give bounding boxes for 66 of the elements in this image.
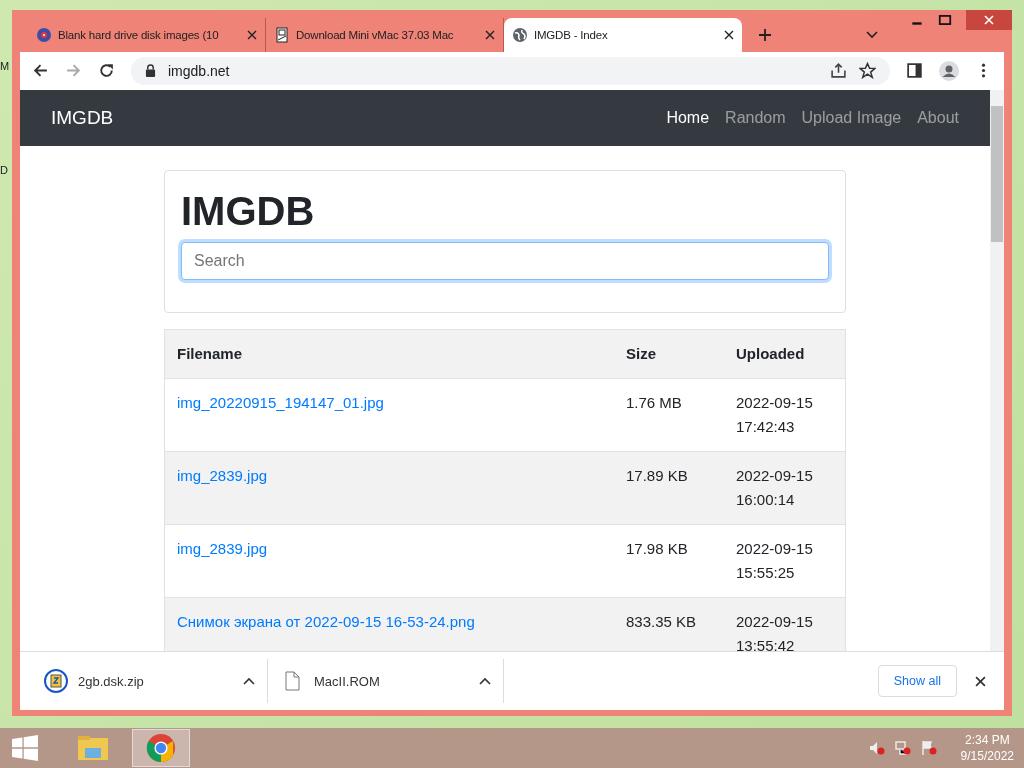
network-icon[interactable] [894, 740, 911, 756]
nav-link[interactable]: Home [666, 108, 710, 127]
nav-link[interactable]: Upload Image [801, 108, 902, 127]
download-item[interactable]: MacII.ROM [268, 659, 504, 704]
new-tab-icon[interactable] [758, 27, 772, 42]
nav-link[interactable]: Random [725, 108, 786, 127]
lock-icon [145, 64, 156, 78]
scrollbar[interactable] [990, 89, 1004, 652]
clock[interactable]: 2:34 PM 9/15/2022 [946, 732, 1024, 764]
column-header: Uploaded [736, 343, 806, 364]
file-link[interactable]: img_2839.jpg [177, 466, 268, 484]
page-heading: IMGDB [181, 188, 316, 234]
site-brand[interactable]: IMGDB [51, 106, 114, 129]
chevron-up-icon[interactable] [479, 677, 491, 686]
table-cell-text: 2022-09-15 13:55:42 [736, 611, 814, 652]
tab-title: Blank hard drive disk images (10 [58, 28, 220, 41]
table-cell-text: 17.98 KB [626, 538, 689, 559]
close-icon[interactable] [724, 29, 734, 40]
file-link[interactable]: Снимок экрана от 2022-09-15 16-53-24.png [177, 612, 475, 630]
table-cell-text: 2022-09-15 16:00:14 [736, 465, 814, 510]
table-cell-text: 2022-09-15 15:55:25 [736, 538, 814, 583]
file-link[interactable]: img_20220915_194147_01.jpg [177, 393, 384, 411]
archive-icon [44, 669, 68, 694]
share-icon[interactable] [830, 62, 847, 80]
flag-icon[interactable] [920, 740, 937, 756]
tab-title: IMGDB - Index [534, 28, 609, 41]
chevron-up-icon[interactable] [243, 677, 255, 686]
close-icon[interactable] [485, 29, 495, 40]
close-icon[interactable] [247, 29, 257, 40]
browser-icon [146, 733, 176, 763]
table-cell-text: 1.76 MB [626, 392, 683, 413]
chevron-down-icon[interactable] [866, 30, 878, 39]
close-icon[interactable] [975, 675, 986, 687]
close-icon [984, 15, 994, 25]
profile-icon[interactable] [939, 60, 959, 81]
star-icon[interactable] [859, 62, 876, 80]
taskbar-button[interactable] [132, 729, 190, 767]
reload-icon[interactable] [98, 62, 115, 80]
browser-tab[interactable]: IMGDB - Index [504, 17, 742, 52]
browser-tab[interactable]: Blank hard drive disk images (10 [28, 17, 266, 52]
computer-icon [274, 26, 290, 43]
table-cell-text: 17.89 KB [626, 465, 689, 486]
column-header: Size [626, 343, 657, 364]
nav-link[interactable]: About [917, 108, 959, 127]
download-item[interactable]: 2gb.dsk.zip [32, 659, 268, 704]
disk-icon [36, 26, 52, 43]
browser-tab[interactable]: Download Mini vMac 37.03 Mac [266, 17, 504, 52]
folder-icon [77, 734, 109, 762]
address-bar[interactable]: imgdb.net [131, 56, 890, 85]
windows-start-icon[interactable] [12, 735, 38, 761]
file-link[interactable]: img_2839.jpg [177, 539, 268, 557]
globe-icon [512, 26, 528, 43]
clock-time: 2:34 PM [964, 732, 1010, 748]
close-button[interactable] [966, 10, 1012, 30]
desktop-label: D [0, 164, 8, 176]
side-panel-icon[interactable] [906, 62, 923, 80]
table-cell-text: 833.35 KB [626, 611, 698, 632]
clock-date: 9/15/2022 [960, 748, 1014, 764]
desktop-label: M [0, 60, 10, 72]
tab-title: Download Mini vMac 37.03 Mac [296, 28, 455, 41]
maximize-icon[interactable] [938, 13, 952, 27]
show-all-button[interactable]: Show all [877, 665, 957, 698]
muted-speaker-icon[interactable] [868, 740, 885, 756]
column-header: Filename [177, 343, 244, 364]
table-cell-text: 2022-09-15 17:42:43 [736, 392, 814, 437]
search-field[interactable]: Search [181, 241, 829, 280]
